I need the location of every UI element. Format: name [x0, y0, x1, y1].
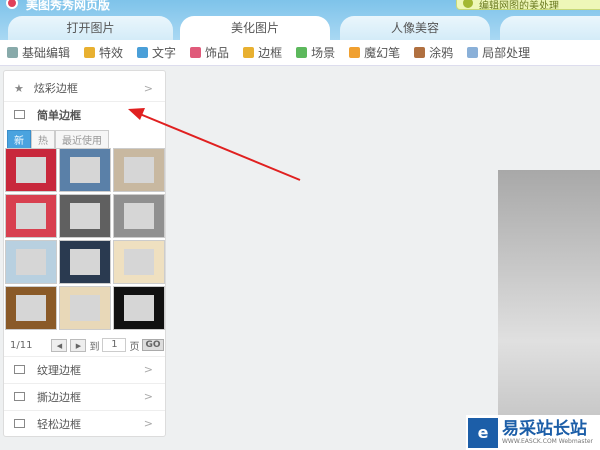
watermark-name: 易采站长站 — [502, 418, 587, 439]
annotation-arrow-icon — [128, 108, 301, 181]
watermark-logo: e — [468, 417, 498, 448]
watermark-sub: WWW.EASCK.COM Webmaster — [502, 437, 593, 445]
watermark: e 易采站长站 WWW.EASCK.COM Webmaster — [466, 415, 600, 450]
